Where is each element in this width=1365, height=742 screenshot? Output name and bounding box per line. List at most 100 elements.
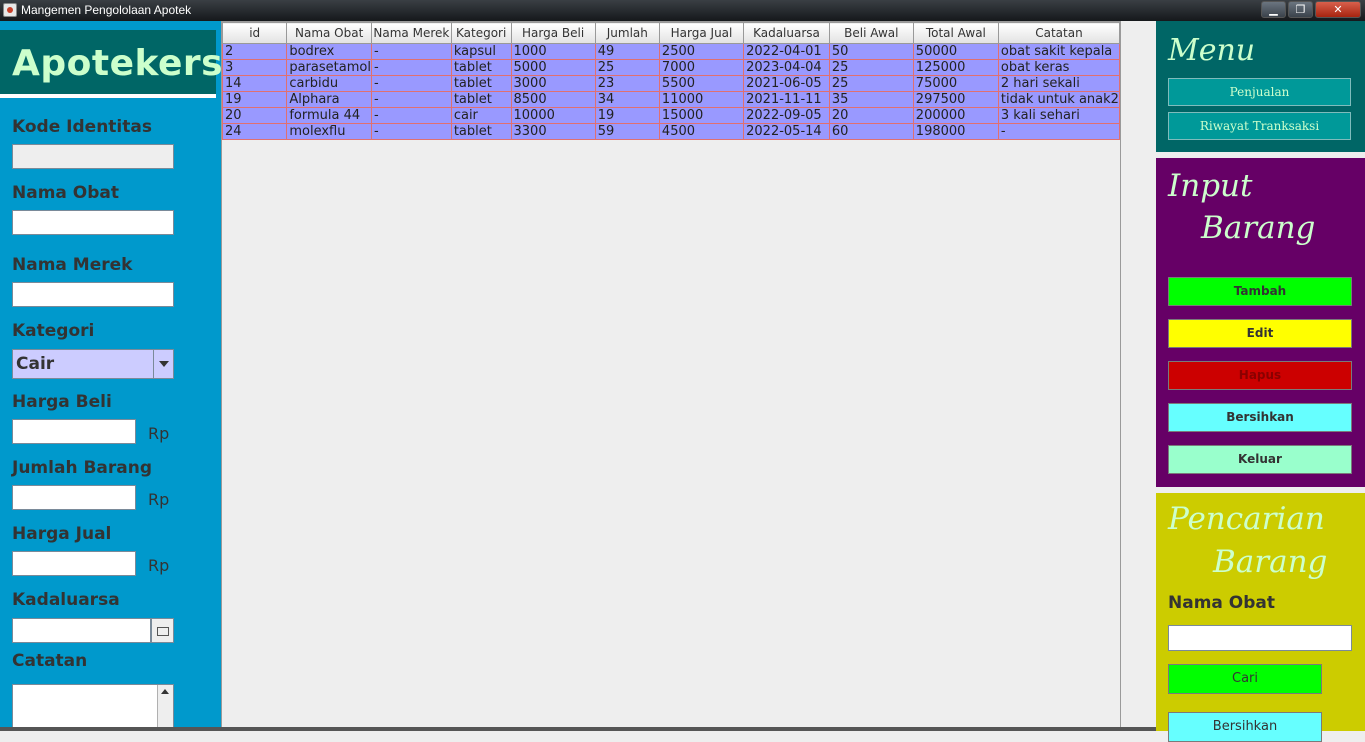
table-cell[interactable]: 2022-05-14 xyxy=(743,123,830,140)
table-cell[interactable]: 50000 xyxy=(912,43,999,60)
table-row[interactable]: 3 parasetamol - tablet 5000 25 7000 2023-04-04 2… xyxy=(221,59,1121,76)
table-cell[interactable]: tidak untuk anak2 xyxy=(997,91,1121,108)
table-cell[interactable]: 4500 xyxy=(658,123,745,140)
table-cell[interactable]: Alphara xyxy=(286,91,372,108)
table-cell[interactable]: - xyxy=(370,43,452,60)
table-cell[interactable]: obat sakit kepala xyxy=(997,43,1121,60)
table-cell[interactable]: 23 xyxy=(594,75,660,92)
table-cell[interactable]: 10000 xyxy=(510,107,596,124)
table-cell[interactable]: 11000 xyxy=(658,91,745,108)
table-cell[interactable]: 2021-06-05 xyxy=(743,75,830,92)
cari-button[interactable]: Cari xyxy=(1168,664,1322,694)
table-cell[interactable]: 3 xyxy=(221,59,288,76)
table-cell[interactable]: 2 xyxy=(221,43,288,60)
table-cell[interactable]: 35 xyxy=(828,91,914,108)
column-header[interactable]: Jumlah xyxy=(594,22,660,44)
table-cell[interactable]: 34 xyxy=(594,91,660,108)
table-cell[interactable]: - xyxy=(370,59,452,76)
column-header[interactable]: Nama Obat xyxy=(286,22,372,44)
table-cell[interactable]: 2021-11-11 xyxy=(743,91,830,108)
table-cell[interactable]: carbidu xyxy=(286,75,372,92)
column-header[interactable]: Kadaluarsa xyxy=(743,22,830,44)
table-cell[interactable]: 25 xyxy=(828,59,914,76)
calendar-icon[interactable] xyxy=(151,618,174,643)
keluar-button[interactable]: Keluar xyxy=(1168,445,1352,474)
penjualan-button[interactable]: Penjualan xyxy=(1168,78,1351,106)
table-cell[interactable]: tablet xyxy=(450,123,512,140)
table-cell[interactable]: 3000 xyxy=(510,75,596,92)
search-input[interactable] xyxy=(1168,625,1352,651)
harga-jual-field[interactable] xyxy=(12,551,136,576)
edit-button[interactable]: Edit xyxy=(1168,319,1352,348)
table-row[interactable]: 2 bodrex - kapsul 1000 49 2500 2022-04-01 50 5000… xyxy=(221,43,1121,60)
minimize-button[interactable]: ▁ xyxy=(1261,1,1286,18)
table-cell[interactable]: - xyxy=(370,91,452,108)
table-cell[interactable]: parasetamol xyxy=(286,59,372,76)
table-cell[interactable]: 297500 xyxy=(912,91,999,108)
table-cell[interactable]: 20 xyxy=(221,107,288,124)
table-row[interactable]: 19 Alphara - tablet 8500 34 11000 2021-11-11 35 2… xyxy=(221,91,1121,108)
harga-beli-field[interactable] xyxy=(12,419,136,444)
table-cell[interactable]: obat keras xyxy=(997,59,1121,76)
table-cell[interactable]: 8500 xyxy=(510,91,596,108)
table-cell[interactable]: kapsul xyxy=(450,43,512,60)
column-header[interactable]: Total Awal xyxy=(912,22,999,44)
table-cell[interactable]: - xyxy=(370,123,452,140)
kode-identitas-field[interactable] xyxy=(12,144,174,169)
catatan-textarea[interactable] xyxy=(12,684,174,731)
table-cell[interactable]: 1000 xyxy=(510,43,596,60)
column-header[interactable]: Beli Awal xyxy=(828,22,914,44)
table-cell[interactable]: 15000 xyxy=(658,107,745,124)
tambah-button[interactable]: Tambah xyxy=(1168,277,1352,306)
table-cell[interactable]: 5500 xyxy=(658,75,745,92)
table-cell[interactable]: 7000 xyxy=(658,59,745,76)
table-cell[interactable]: 24 xyxy=(221,123,288,140)
nama-obat-field[interactable] xyxy=(12,210,174,235)
table-row[interactable]: 20 formula 44- cair 10000 19 15000 2022-09-05 2… xyxy=(221,107,1121,124)
table-cell[interactable]: formula 44 xyxy=(286,107,372,124)
table-row[interactable]: 14 carbidu - tablet 3000 23 5500 2021-06-05 25 75… xyxy=(221,75,1121,92)
search-bersihkan-button[interactable]: Bersihkan xyxy=(1168,712,1322,742)
nama-merek-field[interactable] xyxy=(12,282,174,307)
table-cell[interactable]: 60 xyxy=(828,123,914,140)
table-cell[interactable]: 25 xyxy=(828,75,914,92)
table-cell[interactable]: 19 xyxy=(221,91,288,108)
table-cell[interactable]: tablet xyxy=(450,75,512,92)
column-header[interactable]: id xyxy=(221,22,288,44)
table-cell[interactable]: tablet xyxy=(450,59,512,76)
table-cell[interactable]: 59 xyxy=(594,123,660,140)
table-cell[interactable]: 3 kali sehari xyxy=(997,107,1121,124)
table-cell[interactable]: 14 xyxy=(221,75,288,92)
kategori-dropdown[interactable]: Cair xyxy=(12,349,174,379)
table-cell[interactable]: 125000 xyxy=(912,59,999,76)
table-cell[interactable]: 5000 xyxy=(510,59,596,76)
jumlah-barang-field[interactable] xyxy=(12,485,136,510)
column-header[interactable]: Kategori xyxy=(450,22,512,44)
table-cell[interactable]: 20 xyxy=(828,107,914,124)
bersihkan-button[interactable]: Bersihkan xyxy=(1168,403,1352,432)
table-cell[interactable]: 2500 xyxy=(658,43,745,60)
table-cell[interactable]: 50 xyxy=(828,43,914,60)
table-row[interactable]: 24 molexflu - tablet 3300 59 4500 2022-05-14 60 1… xyxy=(221,123,1121,140)
table-cell[interactable]: - xyxy=(370,107,452,124)
table-cell[interactable]: molexflu xyxy=(286,123,372,140)
table-cell[interactable]: 2022-04-01 xyxy=(743,43,830,60)
table-cell[interactable]: 2 hari sekali xyxy=(997,75,1121,92)
table-cell[interactable]: tablet xyxy=(450,91,512,108)
table-cell[interactable]: cair xyxy=(450,107,512,124)
chevron-down-icon[interactable] xyxy=(153,350,173,378)
column-header[interactable]: Nama Merek xyxy=(370,22,452,44)
table-cell[interactable]: 19 xyxy=(594,107,660,124)
column-header[interactable]: Catatan xyxy=(997,22,1121,44)
table-cell[interactable]: 198000 xyxy=(912,123,999,140)
table-cell[interactable]: 200000 xyxy=(912,107,999,124)
hapus-button[interactable]: Hapus xyxy=(1168,361,1352,390)
close-button[interactable]: ✕ xyxy=(1315,1,1361,18)
table-cell[interactable]: - xyxy=(997,123,1121,140)
table-cell[interactable]: 49 xyxy=(594,43,660,60)
kadaluarsa-field[interactable] xyxy=(12,618,151,643)
table-cell[interactable]: bodrex xyxy=(286,43,372,60)
maximize-button[interactable]: ❐ xyxy=(1288,1,1313,18)
catatan-scrollbar[interactable] xyxy=(157,685,173,730)
riwayat-transaksi-button[interactable]: Riwayat Tranksaksi xyxy=(1168,112,1351,140)
